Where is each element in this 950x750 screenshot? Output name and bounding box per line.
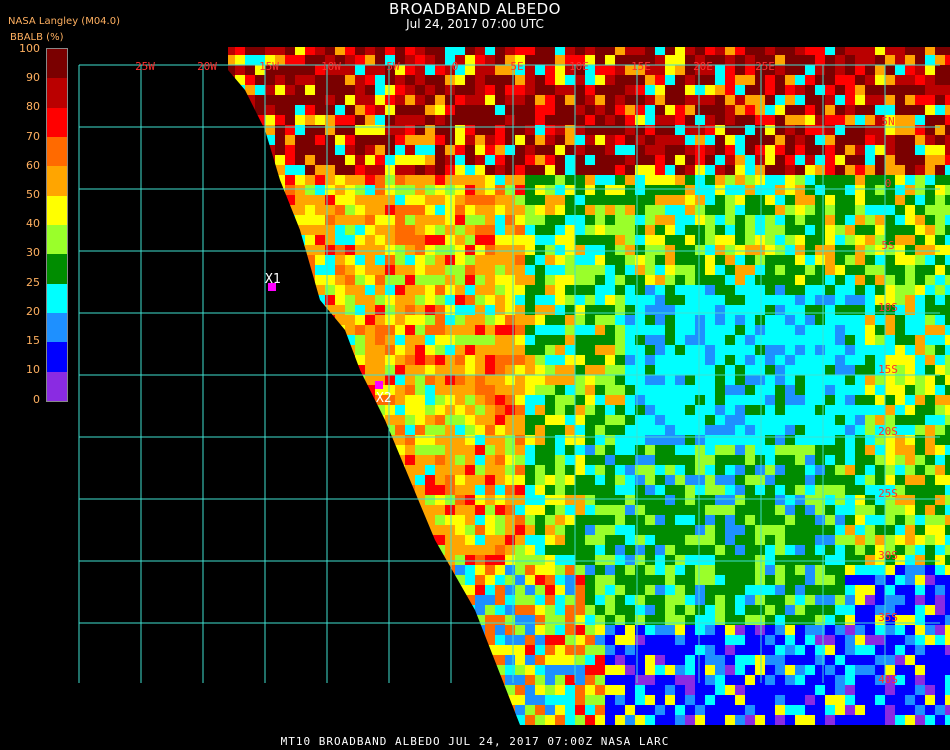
- longitude-label: 20E: [693, 60, 713, 73]
- latitude-label: 10S: [878, 301, 898, 314]
- latitude-label: 5S: [881, 239, 894, 252]
- longitude-label: 5E: [510, 60, 523, 73]
- site-marker-label: X1: [265, 272, 281, 287]
- longitude-label: 25W: [135, 60, 155, 73]
- longitude-label: 20W: [197, 60, 217, 73]
- latitude-label: 30S: [878, 549, 898, 562]
- latitude-label: 25S: [878, 487, 898, 500]
- longitude-label: 15E: [631, 60, 651, 73]
- footer-caption: MT10 BROADBAND ALBEDO JUL 24, 2017 07:00…: [280, 735, 670, 748]
- latitude-label: 15S: [878, 363, 898, 376]
- latitude-label: 20S: [878, 425, 898, 438]
- albedo-map: 25W 20W 15W 10W 5W 0 5E 10E 15E 20E 25E 5N 0 5S 10S 15S…: [78, 47, 950, 725]
- longitude-label: 25E: [755, 60, 775, 73]
- latitude-label: 0: [885, 177, 892, 190]
- longitude-label: 15W: [259, 60, 279, 73]
- longitude-label: 10W: [321, 60, 341, 73]
- longitude-label: 10E: [569, 60, 589, 73]
- site-marker-label: X2: [376, 391, 392, 406]
- latitude-label: 35S: [878, 611, 898, 624]
- site-marker: [375, 381, 383, 389]
- albedo-imagery: [228, 47, 950, 725]
- latitude-label: 5N: [881, 115, 894, 128]
- longitude-label: 5W: [386, 60, 400, 73]
- latitude-label: 40S: [878, 673, 898, 686]
- longitude-label: 0: [452, 60, 459, 73]
